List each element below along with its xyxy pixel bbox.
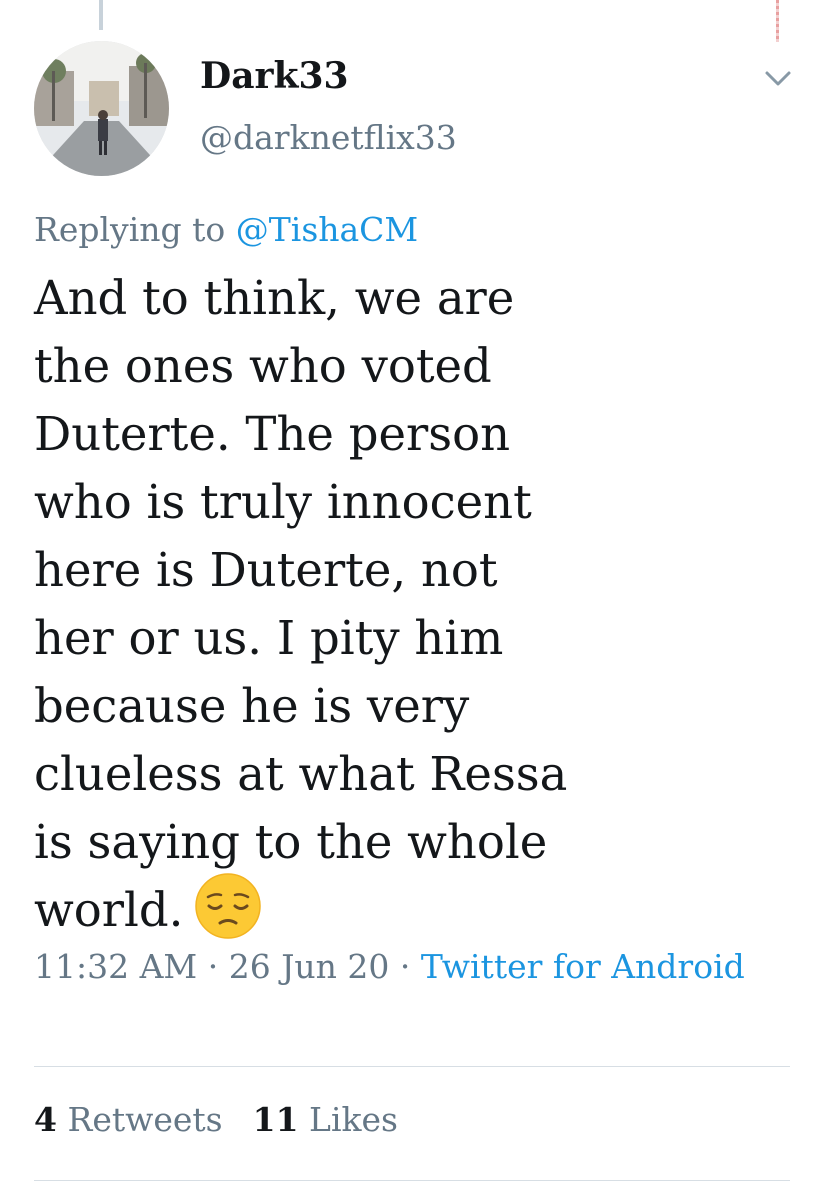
edge-mark: [776, 0, 779, 42]
meta-separator: ·: [207, 947, 219, 986]
likes-label: Likes: [309, 1100, 398, 1139]
tweet-text-line: is saying to the whole: [34, 815, 548, 869]
reply-context: Replying to @TishaCM: [34, 210, 418, 249]
tweet-text-line: here is Duterte, not: [34, 543, 498, 597]
tweet-text: And to think, we are the ones who voted Du…: [34, 264, 794, 949]
meta-separator: ·: [399, 947, 411, 986]
tweet-text-last-line: world.: [34, 873, 794, 949]
divider: [34, 1066, 790, 1067]
tweet-text-line: who is truly innocent: [34, 475, 532, 529]
likes-count: 11: [252, 1100, 299, 1139]
chevron-down-icon[interactable]: [760, 60, 796, 96]
reply-mention-link[interactable]: @TishaCM: [236, 210, 418, 249]
tweet-text-line: because he is very: [34, 679, 470, 733]
tweet-text-line: Duterte. The person: [34, 407, 511, 461]
likes-stat[interactable]: 11 Likes: [253, 1100, 398, 1139]
tweet-source-link[interactable]: Twitter for Android: [421, 947, 745, 986]
author-display-name[interactable]: Dark33: [200, 55, 349, 97]
tweet-text-line: world.: [34, 883, 184, 937]
tweet-text-line: the ones who voted: [34, 339, 492, 393]
author-handle[interactable]: @darknetflix33: [200, 118, 457, 157]
tweet-metadata: 11:32 AM · 26 Jun 20 · Twitter for Andro…: [34, 942, 804, 992]
tweet-stats: 4 Retweets 11 Likes: [34, 1100, 398, 1139]
retweets-stat[interactable]: 4 Retweets: [34, 1100, 223, 1139]
tweet-text-line: her or us. I pity him: [34, 611, 504, 665]
tweet-time[interactable]: 11:32 AM: [34, 947, 197, 986]
thread-connector-line: [99, 0, 103, 30]
avatar[interactable]: [34, 41, 169, 176]
reply-prefix: Replying to: [34, 210, 226, 249]
tweet-text-line: And to think, we are: [34, 271, 515, 325]
divider: [34, 1180, 790, 1181]
avatar-photo: [34, 41, 169, 176]
tweet-date[interactable]: 26 Jun 20: [229, 947, 390, 986]
pensive-face-icon: [195, 873, 262, 939]
tweet-text-line: clueless at what Ressa: [34, 747, 568, 801]
retweets-label: Retweets: [67, 1100, 223, 1139]
retweets-count: 4: [34, 1100, 57, 1139]
